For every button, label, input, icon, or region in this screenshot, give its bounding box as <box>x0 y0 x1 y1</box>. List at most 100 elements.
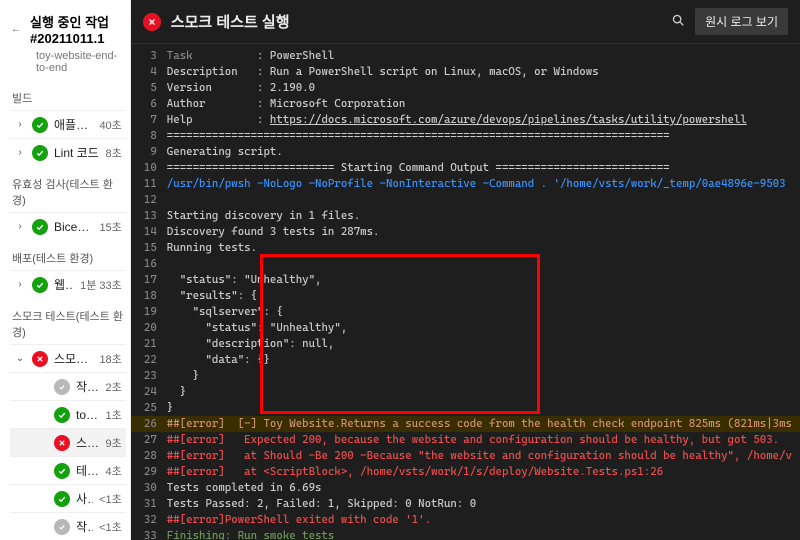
log-line: 32##[error]PowerShell exited with code '… <box>131 512 800 528</box>
step-label: 테스트 결과 게시 <box>76 462 100 479</box>
chevron-right-icon[interactable]: › <box>14 279 26 290</box>
line-number: 21 <box>139 336 167 352</box>
skip-icon <box>54 519 70 535</box>
step-title: 스모크 테스트 실행 <box>171 11 661 32</box>
line-number: 11 <box>139 176 167 192</box>
step-row[interactable]: › 애플리케이션 및 데이터... 40초 <box>10 110 126 138</box>
line-number: 27 <box>139 432 167 448</box>
step-duration: 2초 <box>106 379 122 395</box>
log-line: 27##[error] Expected 200, because the we… <box>131 432 800 448</box>
line-number: 5 <box>139 80 167 96</box>
log-line: 17 "status": "Unhealthy", <box>131 272 800 288</box>
line-number: 33 <box>139 528 167 540</box>
step-row[interactable]: › Lint 코드 8초 <box>10 138 126 166</box>
step-row[interactable]: 작업 초기화 2초 <box>10 372 126 400</box>
step-label: 스모크 테스트 실행 <box>76 434 100 451</box>
step-label: 작업 초기화 <box>76 378 100 395</box>
step-label: Bicep 코드 유효성 검사 <box>54 218 93 235</box>
step-label: 웹 사이트 배포 <box>54 276 74 293</box>
line-number: 7 <box>139 112 167 128</box>
line-number: 14 <box>139 224 167 240</box>
line-text: Running tests. <box>167 240 257 256</box>
pass-icon <box>32 117 48 133</box>
step-row[interactable]: 스모크 테스트 실행 9초 <box>10 428 126 456</box>
line-text: } <box>167 368 199 384</box>
chevron-right-icon[interactable]: › <box>14 119 26 130</box>
line-number: 17 <box>139 272 167 288</box>
step-row[interactable]: 사후 작업: 체크 아웃...<1초 <box>10 484 126 512</box>
step-duration: <1초 <box>99 491 122 507</box>
fail-icon <box>32 351 48 367</box>
log-line: 13Starting discovery in 1 files. <box>131 208 800 224</box>
log-line: 24 } <box>131 384 800 400</box>
log-line: 21 "description": null, <box>131 336 800 352</box>
line-number: 26 <box>139 416 167 432</box>
line-number: 15 <box>139 240 167 256</box>
log-line: 30Tests completed in 6.69s <box>131 480 800 496</box>
log-line: 10========================== Starting Co… <box>131 160 800 176</box>
line-text: ========================================… <box>167 128 670 144</box>
log-line: 20 "status": "Unhealthy", <box>131 320 800 336</box>
step-duration: 9초 <box>106 435 122 451</box>
line-number: 8 <box>139 128 167 144</box>
line-number: 23 <box>139 368 167 384</box>
step-row[interactable]: toy-website-end-to-end... 1초 <box>10 400 126 428</box>
log-line: 19 "sqlserver": { <box>131 304 800 320</box>
line-text: Discovery found 3 tests in 287ms. <box>167 224 380 240</box>
step-duration: 1초 <box>106 407 122 423</box>
log-line: 8=======================================… <box>131 128 800 144</box>
chevron-right-icon[interactable]: › <box>14 221 26 232</box>
line-text: "status": "Unhealthy", <box>167 320 347 336</box>
step-label: toy-website-end-to-end... <box>76 408 100 422</box>
section-header: 빌드 <box>12 86 126 106</box>
fail-icon <box>54 435 70 451</box>
step-label: 작업 완료 <box>76 518 93 535</box>
line-text: Version : 2.190.0 <box>167 80 315 96</box>
line-text: Description : Run a PowerShell script on… <box>167 64 599 80</box>
chevron-right-icon[interactable]: › <box>14 147 26 158</box>
log-panel: 스모크 테스트 실행 원시 로그 보기 3Task : PowerShell4D… <box>131 0 800 540</box>
line-text: Task : PowerShell <box>167 48 335 64</box>
line-number: 4 <box>139 64 167 80</box>
line-number: 29 <box>139 464 167 480</box>
step-label: Lint 코드 <box>54 144 100 161</box>
line-number: 24 <box>139 384 167 400</box>
back-arrow-icon[interactable]: ← <box>10 24 22 35</box>
line-text: Tests Passed: 2, Failed: 1, Skipped: 0 N… <box>167 496 476 512</box>
log-line: 6Author : Microsoft Corporation <box>131 96 800 112</box>
line-text: Generating script. <box>167 144 283 160</box>
log-line: 28##[error] at Should -Be 200 -Because "… <box>131 448 800 464</box>
chevron-down-icon[interactable]: ⌄ <box>14 353 26 364</box>
raw-log-button[interactable]: 원시 로그 보기 <box>695 8 788 35</box>
search-icon[interactable] <box>671 13 685 30</box>
step-duration: 40초 <box>99 117 121 133</box>
skip-icon <box>54 379 70 395</box>
section-header: 배포(테스트 환경) <box>12 246 126 266</box>
step-row[interactable]: › 웹 사이트 배포 1분 33초 <box>10 270 126 298</box>
step-duration: 8초 <box>106 145 122 161</box>
log-line: 26##[error] [-] Toy Website.Returns a su… <box>131 416 800 432</box>
pass-icon <box>54 407 70 423</box>
log-line: 18 "results": { <box>131 288 800 304</box>
step-row[interactable]: 작업 완료<1초 <box>10 512 126 540</box>
step-label: 애플리케이션 및 데이터... <box>54 116 93 133</box>
step-row[interactable]: 테스트 결과 게시4초 <box>10 456 126 484</box>
line-text: Author : Microsoft Corporation <box>167 96 405 112</box>
run-title: 실행 중인 작업 #20211011.1 <box>30 12 122 46</box>
line-number: 3 <box>139 48 167 64</box>
line-number: 16 <box>139 256 167 272</box>
line-text: ##[error] at <ScriptBlock>, /home/vsts/w… <box>167 464 663 480</box>
line-text: ##[error] at Should -Be 200 -Because "th… <box>167 448 792 464</box>
log-line: 7Help : https://docs.microsoft.com/azure… <box>131 112 800 128</box>
step-row[interactable]: ›Bicep 코드 유효성 검사15초 <box>10 212 126 240</box>
line-number: 30 <box>139 480 167 496</box>
step-row[interactable]: ⌄스모크 테스트18초 <box>10 344 126 372</box>
step-duration: 1분 33초 <box>80 277 122 293</box>
log-line: 25} <box>131 400 800 416</box>
line-text: Tests completed in 6.69s <box>167 480 322 496</box>
line-text: ##[error] Expected 200, because the webs… <box>167 432 779 448</box>
section-header: 유효성 검사(테스트 환경) <box>12 172 126 208</box>
log-line: 5Version : 2.190.0 <box>131 80 800 96</box>
line-number: 12 <box>139 192 167 208</box>
line-number: 28 <box>139 448 167 464</box>
